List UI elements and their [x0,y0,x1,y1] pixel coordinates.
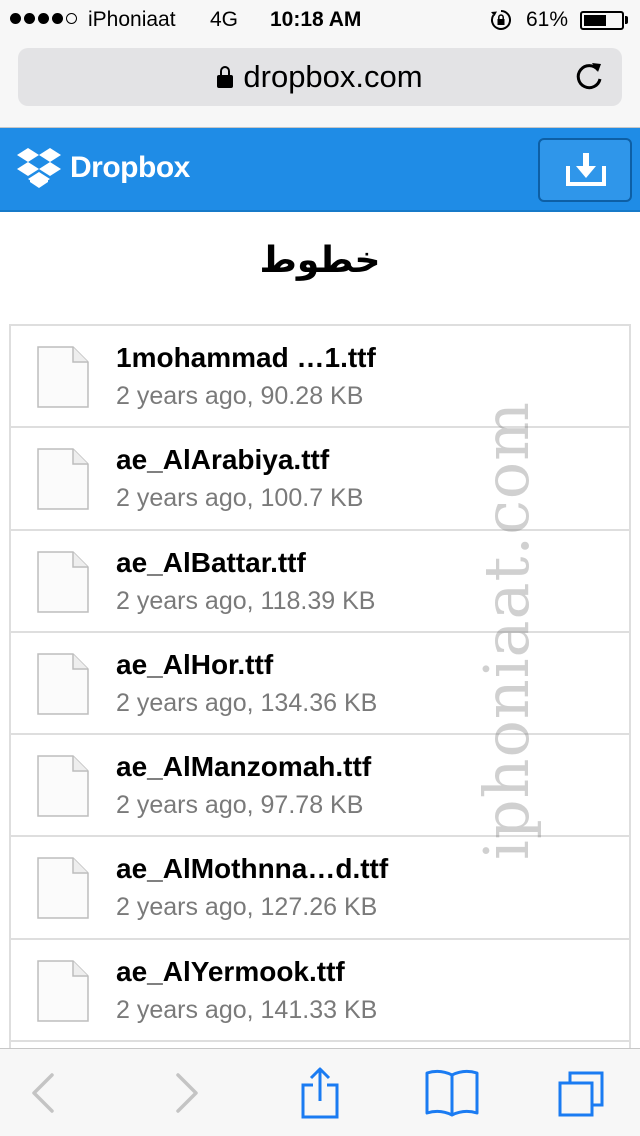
back-icon[interactable] [20,1067,70,1119]
browser-address-area: dropbox.com [0,40,640,128]
file-meta: 2 years ago, 90.28 KB [116,382,364,410]
file-icon [37,346,89,408]
dropbox-logo[interactable]: Dropbox [16,146,190,190]
tabs-icon[interactable] [556,1067,606,1119]
file-name: ae_AlHor.ttf [116,648,274,680]
share-icon[interactable] [295,1067,345,1119]
dropbox-logo-icon [17,148,61,188]
file-meta: 2 years ago, 118.39 KB [116,586,376,615]
file-meta: 2 years ago, 134.36 KB [116,688,378,717]
url-text: dropbox.com [243,59,423,94]
rotation-lock-icon [491,10,511,30]
download-button[interactable] [538,138,632,202]
file-name: ae_AlYermook.ttf [116,955,345,987]
forward-icon[interactable] [160,1067,210,1119]
battery-icon [580,11,624,30]
network-type: 4G [210,8,239,31]
file-meta: 2 years ago, 100.7 KB [116,484,364,513]
file-row[interactable]: ae_AlYermook.ttf 2 years ago, 141.33 KB [11,940,629,1043]
address-bar[interactable]: dropbox.com [18,48,622,106]
url-display[interactable]: dropbox.com [18,48,622,106]
file-name: 1mohammad …1.ttf [116,342,376,373]
safari-toolbar [0,1048,640,1136]
battery-tip [625,16,628,24]
dropbox-logo-text: Dropbox [70,151,190,184]
file-name: ae_AlManzomah.ttf [116,751,372,783]
battery-level-fill [584,15,606,26]
file-name: ae_AlBattar.ttf [116,546,306,578]
carrier-name: iPhoniaat [88,8,176,31]
status-bar: iPhoniaat 4G 10:18 AM 61% [0,0,640,40]
status-time: 10:18 AM [270,8,362,31]
file-icon [37,653,89,715]
file-icon [37,550,89,613]
watermark: iphoniaat.com [470,401,543,860]
file-name: ae_AlArabiya.ttf [116,444,330,476]
file-icon [37,448,89,511]
file-name: ae_AlMothnna…d.ttf [116,853,389,885]
lock-icon [217,66,234,88]
file-icon [37,857,89,920]
folder-title: خطوط [259,240,381,281]
file-meta: 2 years ago, 141.33 KB [116,995,378,1024]
file-meta: 2 years ago, 97.78 KB [116,791,364,820]
download-icon [566,153,606,186]
bookmarks-icon[interactable] [424,1067,480,1119]
signal-strength-icon [10,13,77,24]
battery-percent: 61% [526,8,569,31]
dropbox-header: Dropbox [0,128,640,212]
file-meta: 2 years ago, 127.26 KB [116,893,378,922]
file-icon [37,755,89,817]
reload-icon[interactable] [572,60,606,94]
file-icon [37,960,89,1022]
